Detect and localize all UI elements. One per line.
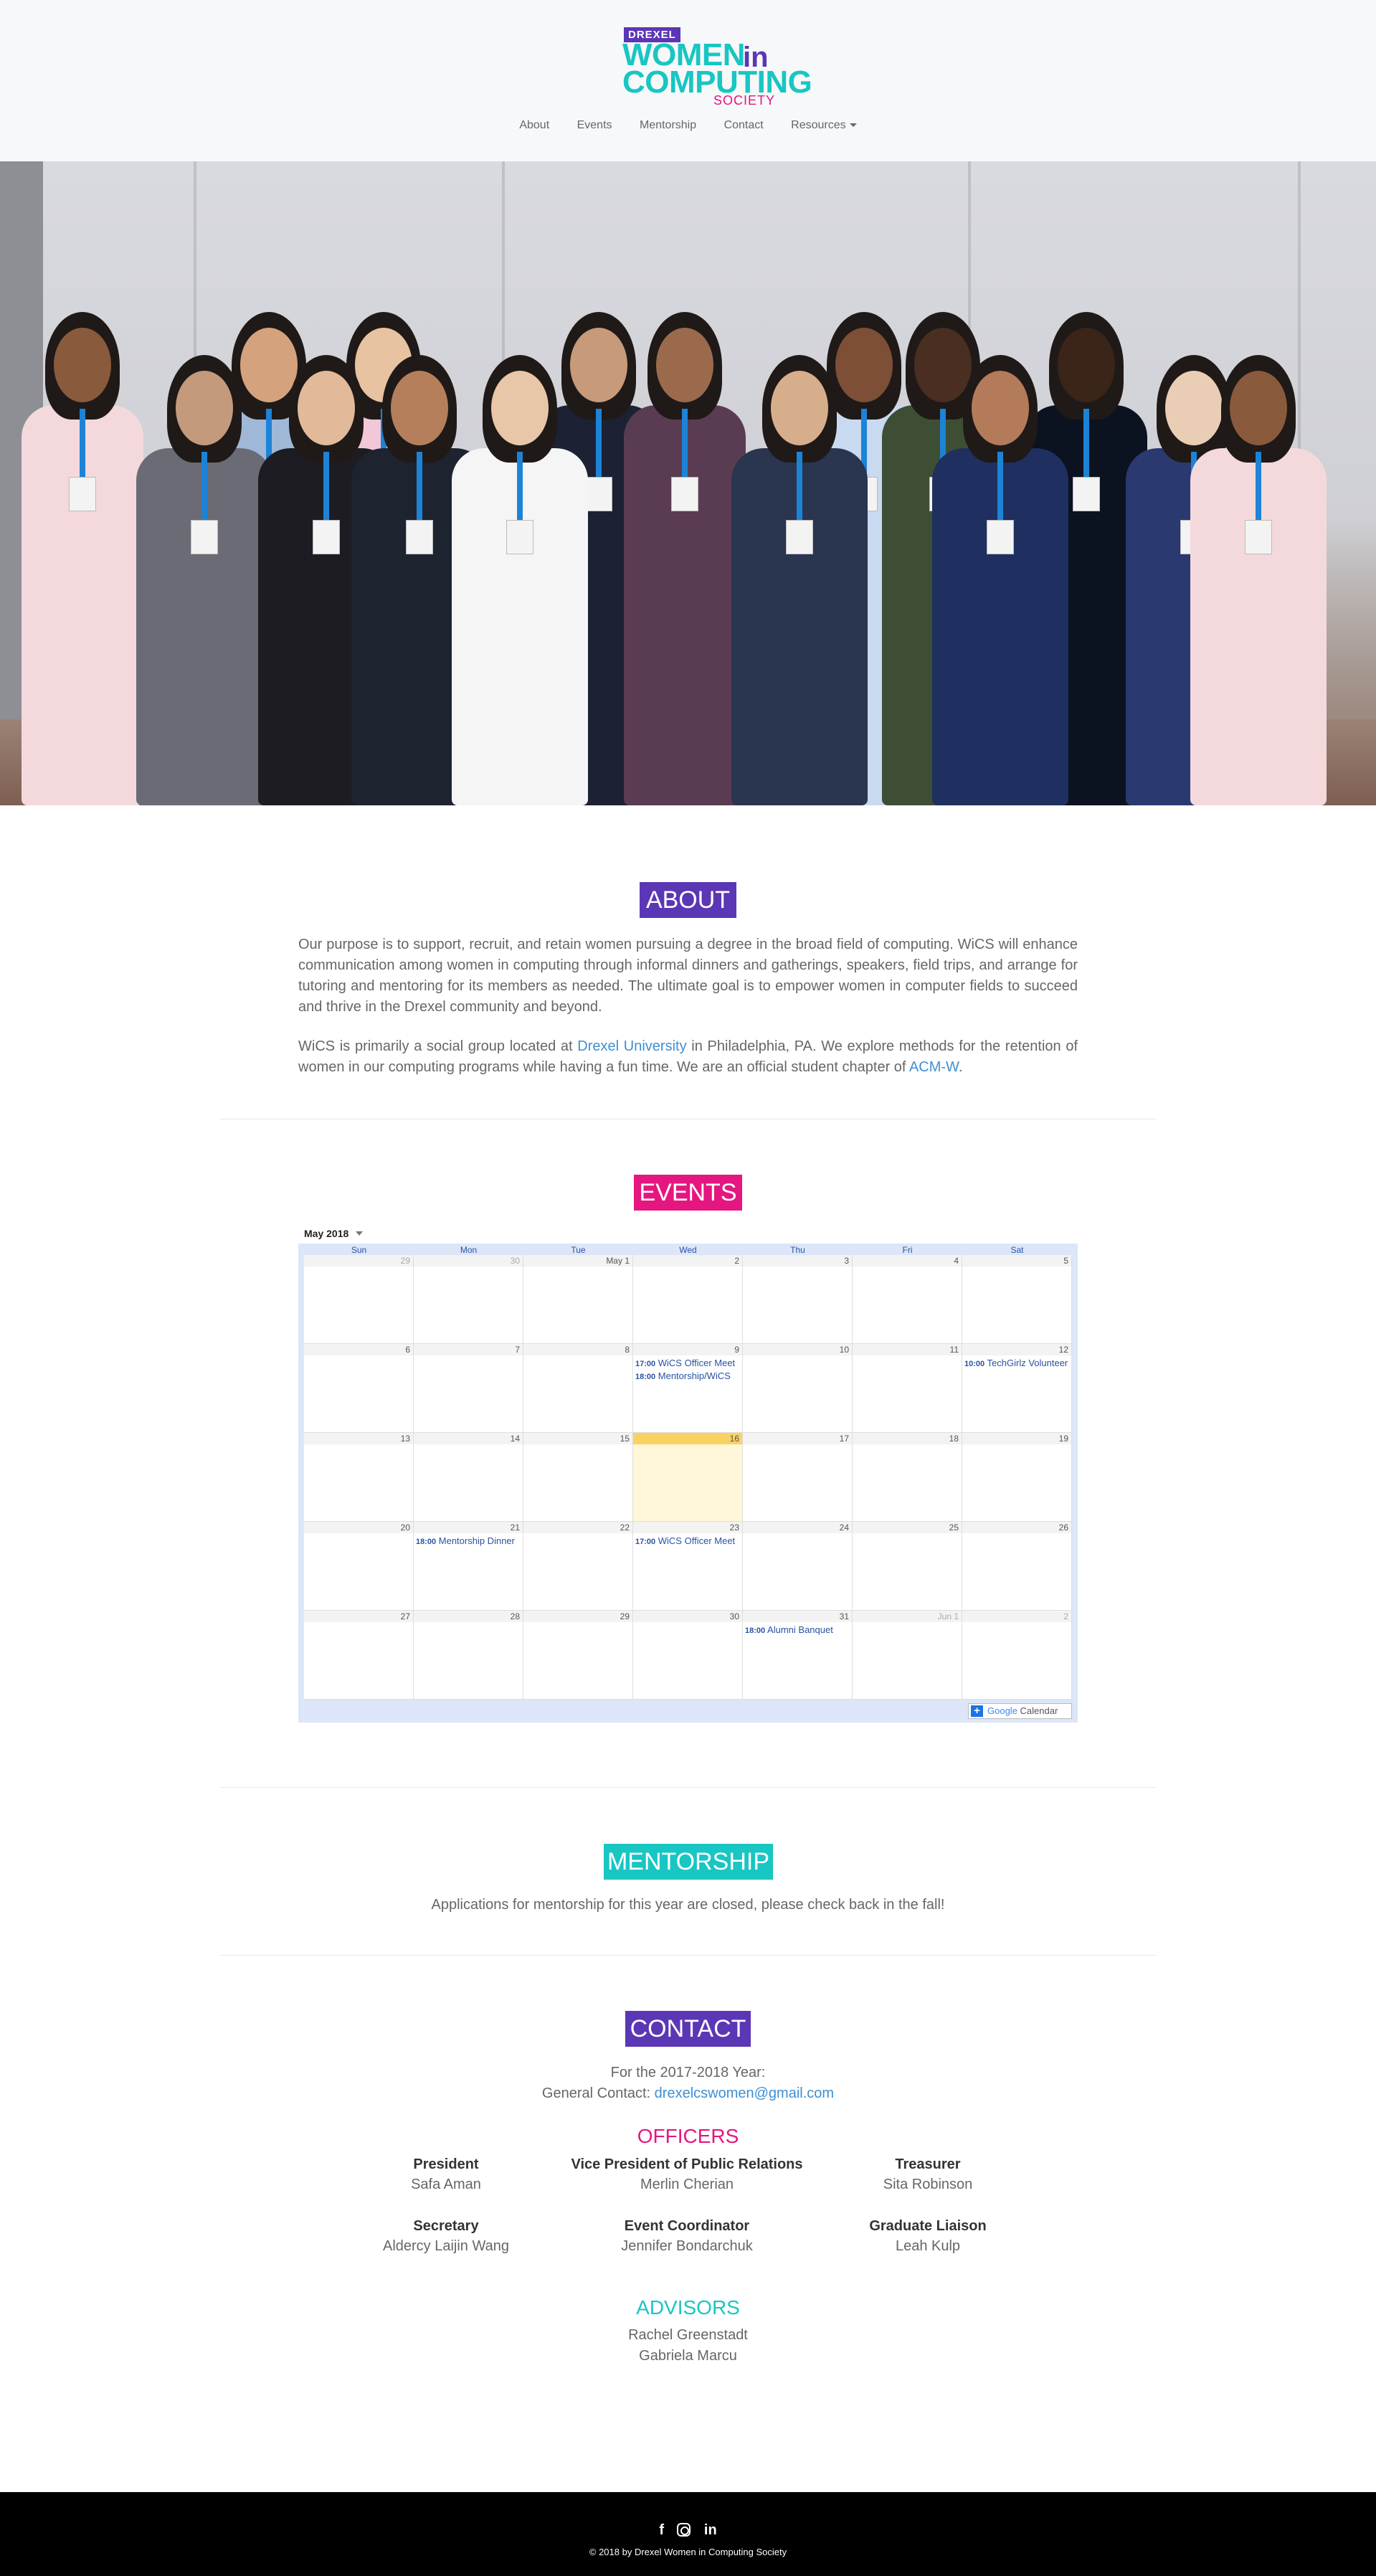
contact-heading: CONTACT: [625, 2011, 751, 2047]
calendar-day[interactable]: 27: [304, 1611, 414, 1700]
calendar-day[interactable]: 10: [743, 1344, 853, 1433]
calendar-day[interactable]: 13: [304, 1433, 414, 1522]
calendar-event[interactable]: 18:00 Mentorship Dinner: [416, 1535, 523, 1546]
weekday-label: Wed: [679, 1245, 697, 1255]
photo-person: [724, 355, 875, 805]
nav-resources-dropdown[interactable]: Resources: [791, 119, 857, 132]
contact-year: For the 2017-2018 Year:: [610, 2065, 766, 2080]
acm-w-link[interactable]: ACM-W: [909, 1059, 959, 1075]
calendar-day[interactable]: 9 17:00 WiCS Officer Meet 18:00 Mentorsh…: [633, 1344, 743, 1433]
google-calendar-button[interactable]: + Google Calendar: [968, 1703, 1072, 1719]
officers-heading: OFFICERS: [637, 2125, 739, 2147]
calendar-day[interactable]: Jun 1: [853, 1611, 962, 1700]
contact-email-link[interactable]: drexelcswomen@gmail.com: [655, 2085, 834, 2101]
chevron-down-icon: [356, 1231, 364, 1236]
calendar-weekdays: Sun Mon Tue Wed Thu Fri Sat: [304, 1245, 1072, 1255]
calendar-day[interactable]: 25: [853, 1522, 962, 1611]
calendar-day[interactable]: 8: [523, 1344, 633, 1433]
calendar-day[interactable]: 4: [853, 1255, 962, 1344]
nav-events[interactable]: Events: [577, 119, 612, 132]
calendar-day[interactable]: 18: [853, 1433, 962, 1522]
calendar-day[interactable]: 17: [743, 1433, 853, 1522]
copyright-text: © 2018 by Drexel Women in Computing Soci…: [589, 2547, 787, 2557]
calendar-day[interactable]: 14: [414, 1433, 523, 1522]
calendar-day[interactable]: 30: [414, 1255, 523, 1344]
weekday-label: Tue: [571, 1245, 586, 1255]
calendar-day[interactable]: 6: [304, 1344, 414, 1433]
instagram-icon[interactable]: [677, 2523, 691, 2537]
calendar-day[interactable]: 7: [414, 1344, 523, 1433]
calendar-day[interactable]: 29: [304, 1255, 414, 1344]
calendar-day[interactable]: 26: [962, 1522, 1072, 1611]
calendar-day[interactable]: 23 17:00 WiCS Officer Meet: [633, 1522, 743, 1611]
calendar-event[interactable]: 17:00 WiCS Officer Meet: [635, 1535, 742, 1546]
officer-treasurer: Treasurer Sita Robinson: [883, 2156, 973, 2192]
facebook-icon[interactable]: f: [659, 2522, 664, 2539]
calendar-day[interactable]: 11: [853, 1344, 962, 1433]
events-heading: EVENTS: [634, 1175, 742, 1211]
group-photo: [0, 161, 1376, 805]
calendar-event[interactable]: 17:00 WiCS Officer Meet: [635, 1358, 742, 1368]
nav-resources-label: Resources: [791, 119, 846, 131]
calendar-day[interactable]: 28: [414, 1611, 523, 1700]
advisors-heading: ADVISORS: [636, 2296, 740, 2319]
advisor-name: Rachel Greenstadt: [628, 2327, 748, 2343]
calendar-day[interactable]: 22: [523, 1522, 633, 1611]
site-footer: f in © 2018 by Drexel Women in Computing…: [0, 2492, 1376, 2576]
wics-logo[interactable]: DREXEL WOMEN in COMPUTING SOCIETY: [622, 27, 812, 108]
calendar-day[interactable]: 2: [633, 1255, 743, 1344]
social-links: f in: [0, 2522, 1376, 2539]
about-paragraph-1: Our purpose is to support, recruit, and …: [298, 937, 1078, 1015]
about-heading: ABOUT: [640, 882, 736, 918]
calendar-day[interactable]: 21 18:00 Mentorship Dinner: [414, 1522, 523, 1611]
google-calendar-embed: May 2018 Sun Mon Tue Wed Thu Fri Sat 29 …: [298, 1224, 1078, 1723]
calendar-day[interactable]: 29: [523, 1611, 633, 1700]
calendar-event[interactable]: 18:00 Mentorship/WiCS: [635, 1370, 742, 1381]
calendar-grid: 29 30 May 1 2 3 4 5 6 7 8 9 17:00 WiCS O…: [304, 1255, 1072, 1700]
site-header: DREXEL WOMEN in COMPUTING SOCIETY About …: [0, 0, 1376, 161]
photo-person: [1183, 355, 1334, 805]
mentorship-heading: MENTORSHIP: [604, 1844, 773, 1880]
about-paragraph-2: WiCS is primarily a social group located…: [298, 1038, 1078, 1075]
chevron-down-icon: [849, 123, 857, 127]
section-divider: [220, 1787, 1157, 1788]
calendar-event[interactable]: 10:00 TechGirlz Volunteer: [964, 1358, 1071, 1368]
nav-mentorship[interactable]: Mentorship: [640, 119, 696, 132]
drexel-university-link[interactable]: Drexel University: [577, 1038, 686, 1054]
calendar-day[interactable]: 5: [962, 1255, 1072, 1344]
nav-about[interactable]: About: [519, 119, 549, 132]
weekday-label: Thu: [790, 1245, 805, 1255]
weekday-label: Mon: [460, 1245, 478, 1255]
photo-person: [445, 355, 595, 805]
advisor-name: Gabriela Marcu: [639, 2348, 737, 2364]
weekday-label: Sat: [1010, 1245, 1024, 1255]
logo-society: SOCIETY: [713, 93, 775, 108]
calendar-day[interactable]: 19: [962, 1433, 1072, 1522]
calendar-month-select[interactable]: May 2018: [304, 1228, 364, 1239]
officer-graduate-liaison: Graduate Liaison Leah Kulp: [869, 2218, 987, 2254]
main-nav: About Events Mentorship Contact Resource…: [0, 119, 1376, 132]
calendar-day[interactable]: 3: [743, 1255, 853, 1344]
calendar-event[interactable]: 18:00 Alumni Banquet: [745, 1624, 852, 1635]
linkedin-icon[interactable]: in: [704, 2522, 717, 2539]
general-contact: General Contact: drexelcswomen@gmail.com: [541, 2085, 835, 2101]
calendar-day[interactable]: 24: [743, 1522, 853, 1611]
section-divider: [220, 1955, 1157, 1956]
plus-icon: +: [971, 1705, 983, 1717]
calendar-day[interactable]: 15: [523, 1433, 633, 1522]
weekday-label: Fri: [902, 1245, 913, 1255]
mentorship-text: Applications for mentorship for this yea…: [431, 1897, 945, 1913]
calendar-day[interactable]: 12 10:00 TechGirlz Volunteer: [962, 1344, 1072, 1433]
calendar-day-today[interactable]: 16: [633, 1433, 743, 1522]
nav-contact[interactable]: Contact: [724, 119, 764, 132]
calendar-day[interactable]: 20: [304, 1522, 414, 1611]
calendar-day[interactable]: 31 18:00 Alumni Banquet: [743, 1611, 853, 1700]
calendar-day[interactable]: 30: [633, 1611, 743, 1700]
weekday-label: Sun: [351, 1245, 367, 1255]
photo-person: [925, 355, 1076, 805]
calendar-day[interactable]: May 1: [523, 1255, 633, 1344]
calendar-day[interactable]: 2: [962, 1611, 1072, 1700]
